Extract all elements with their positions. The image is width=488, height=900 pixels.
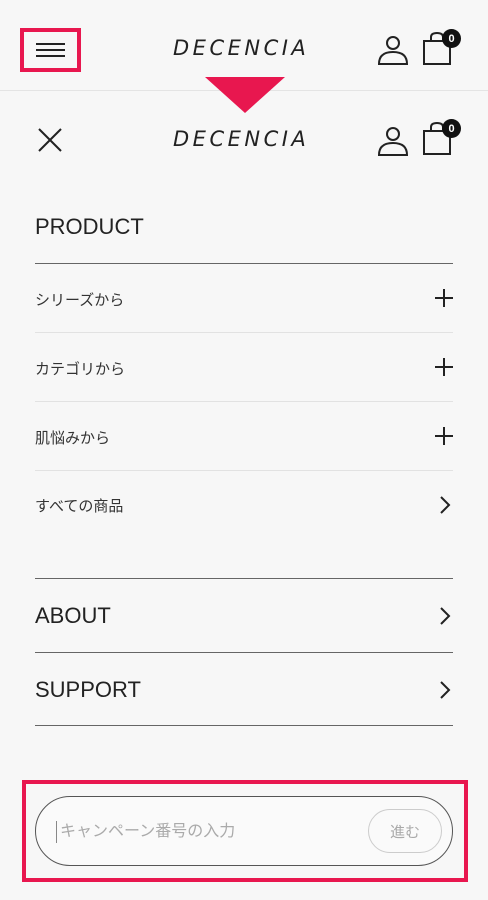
text-cursor <box>56 821 57 843</box>
header-cart-button[interactable]: 0 <box>421 29 461 69</box>
menu-item-series[interactable]: シリーズから <box>35 264 453 332</box>
header-logo[interactable]: DECENCIA <box>173 36 309 60</box>
menu-item-support[interactable]: SUPPORT <box>35 653 453 725</box>
close-menu-button[interactable] <box>34 124 66 156</box>
campaign-form: 進む <box>35 796 453 866</box>
user-icon <box>377 36 409 65</box>
menu-item-category[interactable]: カテゴリから <box>35 333 453 401</box>
chevron-right-icon <box>440 496 451 514</box>
plus-icon <box>435 289 453 307</box>
menu-item-label: 肌悩みから <box>35 430 111 447</box>
menu-item-about[interactable]: ABOUT <box>35 579 453 651</box>
submit-label: 進む <box>389 823 420 841</box>
down-arrow-indicator <box>205 77 285 118</box>
close-icon <box>38 128 62 152</box>
support-label: SUPPORT <box>35 677 141 702</box>
campaign-submit-button[interactable]: 進む <box>368 809 442 853</box>
campaign-code-input[interactable] <box>58 815 362 849</box>
menu-item-all-products[interactable]: すべての商品 <box>35 471 453 539</box>
menu-item-skin-concern[interactable]: 肌悩みから <box>35 402 453 470</box>
hamburger-menu-button[interactable] <box>24 32 77 68</box>
menu-item-label: シリーズから <box>35 292 125 309</box>
menu-item-label: カテゴリから <box>35 361 126 378</box>
plus-icon <box>435 427 453 445</box>
cart-count-badge: 0 <box>442 29 461 48</box>
about-label: ABOUT <box>35 603 111 628</box>
menu-item-label: すべての商品 <box>35 498 124 515</box>
support-bottom-divider <box>35 725 453 726</box>
chevron-right-icon <box>440 681 451 699</box>
cart-count-badge: 0 <box>442 119 461 138</box>
hamburger-icon <box>36 43 65 57</box>
chevron-right-icon <box>440 607 451 625</box>
menu-logo[interactable]: DECENCIA <box>173 127 309 151</box>
plus-icon <box>435 358 453 376</box>
header-account-button[interactable] <box>376 33 410 67</box>
user-icon <box>377 127 409 156</box>
menu-account-button[interactable] <box>376 124 410 158</box>
menu-cart-button[interactable]: 0 <box>421 119 461 159</box>
product-section-title: PRODUCT <box>35 214 144 239</box>
